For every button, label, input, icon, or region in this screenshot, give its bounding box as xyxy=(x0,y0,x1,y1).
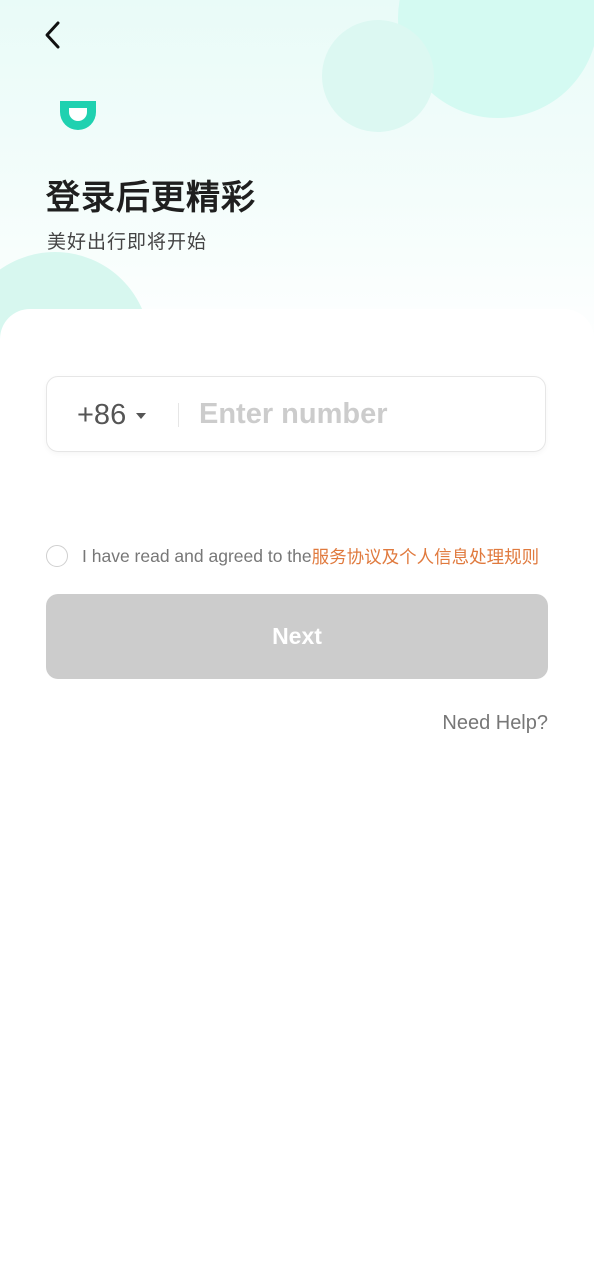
chevron-left-icon xyxy=(45,21,60,49)
country-code-label: +86 xyxy=(77,398,127,431)
decorative-bubble xyxy=(322,20,434,132)
phone-number-input[interactable] xyxy=(199,377,529,451)
page-title: 登录后更精彩 xyxy=(46,179,256,217)
next-button[interactable]: Next xyxy=(46,594,548,679)
agreement-checkbox[interactable] xyxy=(46,545,68,567)
back-button[interactable] xyxy=(36,18,70,52)
caret-down-icon xyxy=(136,413,147,419)
input-divider xyxy=(178,403,179,427)
agreement-link[interactable]: 服务协议及个人信息处理规则 xyxy=(312,544,540,569)
country-code-selector[interactable]: +86 xyxy=(77,377,147,453)
didi-logo-icon xyxy=(58,98,98,132)
need-help-link[interactable]: Need Help? xyxy=(442,712,548,735)
page-subtitle: 美好出行即将开始 xyxy=(47,232,208,253)
login-card xyxy=(0,309,594,1280)
phone-input-group: +86 xyxy=(46,376,546,452)
agreement-text: I have read and agreed to the xyxy=(82,545,312,566)
agreement-row: I have read and agreed to the 服务协议及个人信息处… xyxy=(46,542,566,570)
